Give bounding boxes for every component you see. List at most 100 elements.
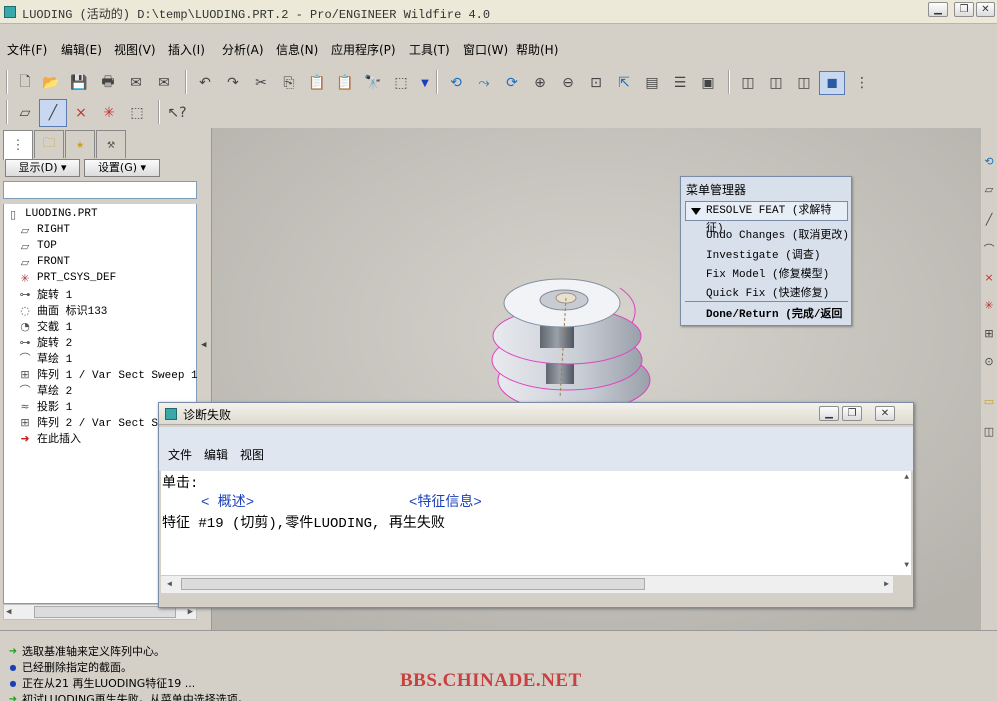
settings-dropdown[interactable]: 设置(G) ▾ — [84, 159, 160, 177]
minimize-button[interactable]: ▁ — [928, 2, 948, 17]
datum-axis-display-icon[interactable]: ╱ — [39, 99, 67, 127]
menu-item-undo-changes[interactable]: Undo Changes (取消更改) — [706, 226, 849, 242]
revolve-tool-icon[interactable]: ◫ — [981, 420, 997, 442]
menu-item-investigate[interactable]: Investigate (调查) — [706, 246, 820, 262]
tree-item[interactable]: ◔ 交截 1 — [18, 318, 72, 335]
datum-plane-display-icon[interactable]: ▱ — [14, 102, 36, 124]
menu-item-fix-model[interactable]: Fix Model (修复模型) — [706, 265, 829, 281]
tree-item[interactable]: ▱ RIGHT — [18, 222, 70, 238]
no-hidden-icon[interactable]: ◫ — [793, 72, 815, 94]
menu-item-quick-fix[interactable]: Quick Fix (快速修复) — [706, 284, 829, 300]
maximize-button[interactable]: ❐ — [954, 2, 974, 17]
cut-icon[interactable]: ✂ — [250, 72, 272, 94]
dialog-horizontal-scrollbar[interactable]: ◀ ▶ — [161, 575, 893, 593]
open-icon[interactable]: 📂 — [40, 72, 62, 94]
curve-tool-icon[interactable]: ⌒ — [981, 238, 997, 260]
dialog-menu-view[interactable]: 视图 — [240, 446, 264, 463]
dialog-minimize-button[interactable]: ▁ — [819, 406, 839, 421]
print-icon[interactable]: 🖶 — [97, 72, 119, 94]
menu-window[interactable]: 窗口(W) — [463, 41, 508, 58]
annotation-display-icon[interactable]: ⬚ — [126, 102, 148, 124]
new-file-icon[interactable]: 🗋 — [14, 72, 36, 94]
tree-item[interactable]: ▱ TOP — [18, 238, 57, 254]
menu-help[interactable]: 帮助(H) — [516, 41, 558, 58]
csys-tool-icon[interactable]: ✳ — [981, 294, 997, 316]
model-tree-icon[interactable]: ⋮ — [851, 72, 873, 94]
menu-analysis[interactable]: 分析(A) — [222, 41, 264, 58]
menu-item-done-return[interactable]: Done/Return (完成/返回 — [706, 305, 848, 321]
scroll-right-icon[interactable]: ▶ — [188, 607, 193, 617]
csys-display-icon[interactable]: ✳ — [98, 102, 120, 124]
dialog-scroll-right-icon[interactable]: ▶ — [884, 579, 889, 589]
show-dropdown[interactable]: 显示(D) ▾ — [5, 159, 80, 177]
tab-folder-browser[interactable]: 🗀 — [34, 130, 64, 158]
overview-link[interactable]: < 概述> — [201, 491, 254, 511]
send-mail-icon[interactable]: ✉ — [125, 72, 147, 94]
dialog-scroll-thumb[interactable] — [181, 578, 645, 590]
menu-tools[interactable]: 工具(T) — [409, 41, 450, 58]
menu-edit[interactable]: 编辑(E) — [61, 41, 102, 58]
save-icon[interactable]: 💾 — [68, 72, 90, 94]
layers-icon[interactable]: ☰ — [669, 72, 691, 94]
whats-this-icon[interactable]: ↖? — [166, 102, 188, 124]
zoom-out-icon[interactable]: ⊖ — [557, 72, 579, 94]
tab-model-tree[interactable]: ⋮ — [3, 130, 33, 160]
tree-item[interactable]: ⌒ 草绘 2 — [18, 382, 73, 398]
tree-item[interactable]: ▱ FRONT — [18, 254, 70, 270]
panel-collapse-icon[interactable]: ◀ — [201, 340, 209, 364]
dialog-menu-edit[interactable]: 编辑 — [204, 446, 228, 463]
repaint-icon[interactable]: ⟲ — [445, 72, 467, 94]
scroll-thumb[interactable] — [34, 606, 176, 618]
dialog-maximize-button[interactable]: ❐ — [842, 406, 862, 421]
zoom-in-icon[interactable]: ⊕ — [529, 72, 551, 94]
view-manager-icon[interactable]: ▣ — [697, 72, 719, 94]
menu-info[interactable]: 信息(N) — [276, 41, 318, 58]
tree-item[interactable]: ◌ 曲面 标识133 — [18, 302, 107, 319]
scroll-left-icon[interactable]: ◀ — [6, 607, 11, 617]
paste-special-icon[interactable]: 📋 — [334, 72, 356, 94]
tree-item[interactable]: ✳ PRT_CSYS_DEF — [18, 270, 116, 286]
undo-icon[interactable]: ↶ — [194, 72, 216, 94]
content-scroll-up-icon[interactable]: ▲ — [904, 473, 909, 482]
select-box-icon[interactable]: ⬚ — [390, 72, 412, 94]
tree-item[interactable]: ⊶ 旋转 1 — [18, 286, 73, 303]
axis-tool-icon[interactable]: ╱ — [981, 208, 997, 230]
resolve-feat-header[interactable]: RESOLVE FEAT (求解特征) — [685, 201, 848, 235]
tree-item[interactable]: ➜ 在此插入 — [18, 430, 81, 447]
sketch-tool-icon[interactable]: ⟲ — [981, 150, 997, 172]
menu-applications[interactable]: 应用程序(P) — [331, 41, 396, 58]
paste-icon[interactable]: 📋 — [306, 72, 328, 94]
spin-center-icon[interactable]: ⤳ — [473, 72, 495, 94]
dialog-menu-file[interactable]: 文件 — [168, 446, 192, 463]
wireframe-icon[interactable]: ◫ — [737, 72, 759, 94]
extrude-tool-icon[interactable]: ▭ — [981, 390, 997, 412]
dialog-scroll-left-icon[interactable]: ◀ — [167, 579, 172, 589]
send-link-icon[interactable]: ✉ — [153, 72, 175, 94]
plane-tool-icon[interactable]: ▱ — [981, 178, 997, 200]
tree-item[interactable]: ▯ LUODING.PRT — [6, 206, 98, 222]
point-tool-icon[interactable]: × — [981, 266, 997, 288]
tree-item[interactable]: ⊶ 旋转 2 — [18, 334, 73, 351]
content-scroll-down-icon[interactable]: ▼ — [904, 561, 909, 570]
tab-favorites[interactable]: ★ — [65, 130, 95, 158]
tree-item[interactable]: ⌒ 草绘 1 — [18, 350, 73, 366]
redo-icon[interactable]: ↷ — [222, 72, 244, 94]
dialog-close-button[interactable]: ✕ — [875, 406, 895, 421]
orient-mode-icon[interactable]: ⟳ — [501, 72, 523, 94]
copy-icon[interactable]: ⎘ — [278, 72, 300, 94]
menu-file[interactable]: 文件(F) — [7, 41, 47, 58]
tree-item[interactable]: ⊞ 阵列 1 / Var Sect Sweep 1 — [18, 366, 197, 383]
menu-insert[interactable]: 插入(I) — [168, 41, 205, 58]
hidden-line-icon[interactable]: ◫ — [765, 72, 787, 94]
datum-point-display-icon[interactable]: × — [70, 102, 92, 124]
reorient-icon[interactable]: ⇱ — [613, 72, 635, 94]
feature-info-link[interactable]: <特征信息> — [409, 491, 482, 511]
hole-tool-icon[interactable]: ⊙ — [981, 350, 997, 372]
saved-views-icon[interactable]: ▤ — [641, 72, 663, 94]
tree-item[interactable]: ⊞ 阵列 2 / Var Sect Sw — [18, 414, 164, 431]
close-button[interactable]: ✕ — [976, 2, 995, 17]
tree-item[interactable]: ≈ 投影 1 — [18, 398, 72, 415]
find-icon[interactable]: 🔭 — [362, 72, 384, 94]
menu-view[interactable]: 视图(V) — [114, 41, 156, 58]
refit-icon[interactable]: ⊡ — [585, 72, 607, 94]
